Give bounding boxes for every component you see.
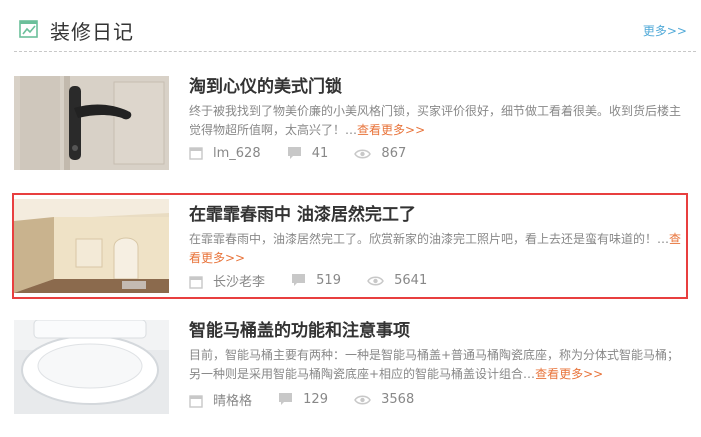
article-meta: 长沙老李 519 5641 — [189, 271, 449, 291]
author-name[interactable]: 晴格格 — [213, 394, 252, 409]
article-thumbnail[interactable] — [14, 199, 169, 293]
calendar-icon — [189, 276, 203, 289]
author-info: 长沙老李 — [189, 271, 265, 290]
author-name[interactable]: lm_628 — [213, 146, 261, 161]
comment-icon — [279, 393, 293, 405]
comment-info: 519 — [291, 273, 341, 288]
article-summary: 在霏霏春雨中，油漆居然完工了。欣赏新家的油漆完工照片吧，看上去还是蛮有味道的！…… — [189, 230, 683, 268]
comment-icon — [287, 147, 301, 159]
view-count: 3568 — [381, 392, 415, 407]
author-info: lm_628 — [189, 146, 261, 161]
article-title[interactable]: 智能马桶盖的功能和注意事项 — [189, 316, 410, 341]
article-meta: lm_628 41 867 — [189, 146, 428, 166]
article-item[interactable]: 智能马桶盖的功能和注意事项 目前，智能马桶主要有两种：一种是智能马桶盖+普通马桶… — [12, 316, 688, 418]
read-more-link[interactable]: 查看更多>> — [535, 367, 603, 381]
eye-icon — [354, 395, 372, 405]
header-divider — [14, 51, 696, 52]
view-info: 3568 — [354, 392, 414, 407]
calendar-icon — [189, 147, 203, 160]
diary-chart-icon — [19, 20, 38, 38]
article-thumbnail[interactable] — [14, 76, 169, 170]
eye-icon — [354, 149, 372, 159]
comment-info: 129 — [278, 392, 328, 407]
article-summary-text: 终于被我找到了物美价廉的小美风格门锁，买家评价很好，细节做工看着很美。收到货后楼… — [189, 104, 682, 137]
article-title[interactable]: 淘到心仪的美式门锁 — [189, 72, 342, 97]
comment-count: 129 — [303, 392, 328, 407]
comment-count: 519 — [316, 273, 341, 288]
section-header: 装修日记 更多>> — [0, 0, 701, 50]
article-summary-text: 目前，智能马桶主要有两种：一种是智能马桶盖+普通马桶陶瓷底座，称为分体式智能马桶… — [189, 348, 680, 381]
view-count: 5641 — [394, 273, 428, 288]
article-item[interactable]: 淘到心仪的美式门锁 终于被我找到了物美价廉的小美风格门锁，买家评价很好，细节做工… — [12, 72, 688, 174]
toilet-photo-icon — [14, 320, 169, 414]
eye-icon — [367, 276, 385, 286]
view-info: 867 — [354, 146, 406, 161]
painted-room-photo-icon — [14, 199, 169, 293]
author-info: 晴格格 — [189, 390, 252, 409]
article-summary: 目前，智能马桶主要有两种：一种是智能马桶盖+普通马桶陶瓷底座，称为分体式智能马桶… — [189, 346, 683, 384]
view-count: 867 — [381, 146, 407, 161]
author-name[interactable]: 长沙老李 — [213, 275, 265, 290]
comment-count: 41 — [311, 146, 329, 161]
article-title[interactable]: 在霏霏春雨中 油漆居然完工了 — [189, 200, 416, 225]
calendar-icon — [189, 395, 203, 408]
article-summary-text: 在霏霏春雨中，油漆居然完工了。欣赏新家的油漆完工照片吧，看上去还是蛮有味道的！… — [189, 232, 670, 246]
door-handle-photo-icon — [14, 76, 169, 170]
article-thumbnail[interactable] — [14, 320, 169, 414]
article-item-highlighted[interactable]: 在霏霏春雨中 油漆居然完工了 在霏霏春雨中，油漆居然完工了。欣赏新家的油漆完工照… — [12, 193, 688, 299]
read-more-link[interactable]: 查看更多>> — [357, 123, 425, 137]
article-summary: 终于被我找到了物美价廉的小美风格门锁，买家评价很好，细节做工看着很美。收到货后楼… — [189, 102, 683, 140]
article-meta: 晴格格 129 3568 — [189, 390, 436, 410]
view-info: 5641 — [367, 273, 427, 288]
comment-info: 41 — [287, 146, 329, 161]
comment-icon — [292, 274, 306, 286]
more-link[interactable]: 更多>> — [643, 22, 687, 39]
section-title: 装修日记 — [50, 20, 134, 44]
